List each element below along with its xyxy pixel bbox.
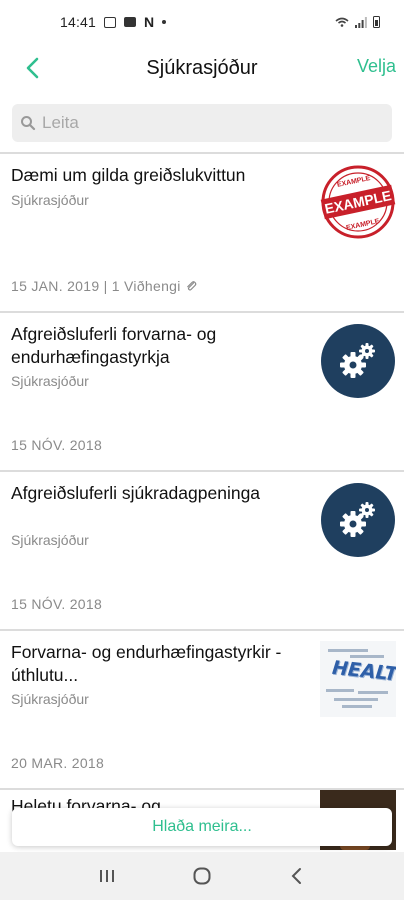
app-header: Sjúkrasjóður Velja bbox=[0, 44, 404, 92]
item-date: 15 NÓV. 2018 bbox=[11, 437, 103, 453]
item-date-text: 15 JAN. 2019 | 1 Viðhengi bbox=[11, 278, 181, 294]
system-back-button[interactable] bbox=[277, 856, 317, 896]
search-box[interactable] bbox=[12, 104, 392, 142]
item-title: Afgreiðsluferli forvarna- og endurhæfing… bbox=[11, 324, 217, 367]
example-stamp-icon: EXAMPLE EXAMPLE EXAMPLE bbox=[320, 165, 396, 239]
gears-icon bbox=[340, 502, 375, 537]
gears-icon bbox=[340, 343, 375, 378]
example-stamp-thumbnail: EXAMPLE EXAMPLE EXAMPLE bbox=[320, 164, 396, 240]
page-title: Sjúkrasjóður bbox=[146, 56, 258, 79]
list-item[interactable]: Dæmi um gilda greiðslukvittun Sjúkrasjóð… bbox=[0, 154, 404, 313]
gears-thumbnail bbox=[320, 482, 396, 558]
back-icon bbox=[291, 868, 301, 884]
home-icon bbox=[193, 867, 211, 885]
select-button[interactable]: Velja bbox=[357, 56, 396, 77]
gears-thumbnail bbox=[320, 323, 396, 399]
stamp-main-text: EXAMPLE bbox=[323, 187, 393, 217]
stamp-top-text: EXAMPLE bbox=[336, 175, 371, 189]
paperclip-icon bbox=[186, 281, 197, 291]
chevron-left-icon bbox=[26, 57, 39, 79]
item-title: Afgreiðsluferli sjúkradagpeninga bbox=[11, 483, 261, 503]
item-date: 15 NÓV. 2018 bbox=[11, 596, 103, 612]
item-subtitle: Sjúkrasjóður bbox=[11, 373, 89, 389]
health-word-cloud-icon: HEALTH bbox=[320, 641, 396, 717]
wifi-icon bbox=[335, 17, 349, 27]
search-icon bbox=[21, 116, 36, 131]
system-nav-bar bbox=[0, 852, 404, 900]
list-item[interactable]: Forvarna- og endurhæfingastyrkir - úthlu… bbox=[0, 631, 404, 790]
article-list: Dæmi um gilda greiðslukvittun Sjúkrasjóð… bbox=[0, 154, 404, 850]
item-date: 20 MAR. 2018 bbox=[11, 755, 105, 771]
signal-icon bbox=[355, 16, 367, 28]
more-notifications-icon bbox=[162, 20, 167, 24]
list-item[interactable]: Afgreiðsluferli sjúkradagpeninga Sjúkras… bbox=[0, 472, 404, 631]
item-subtitle: Sjúkrasjóður bbox=[11, 192, 89, 208]
stamp-bottom-text: EXAMPLE bbox=[346, 218, 381, 232]
battery-icon bbox=[373, 16, 380, 28]
image-notification-icon bbox=[104, 16, 117, 28]
back-button[interactable] bbox=[18, 54, 46, 82]
recent-apps-button[interactable] bbox=[87, 856, 127, 896]
item-title: Forvarna- og endurhæfingastyrkir - úthlu… bbox=[11, 642, 282, 685]
home-button[interactable] bbox=[182, 856, 222, 896]
status-time: 14:41 bbox=[60, 14, 97, 30]
load-more-button[interactable]: Hlaða meira... bbox=[12, 808, 392, 846]
item-title: Dæmi um gilda greiðslukvittun bbox=[11, 165, 246, 185]
item-subtitle: Sjúkrasjóður bbox=[11, 532, 89, 548]
health-word: HEALTH bbox=[331, 656, 396, 688]
recent-apps-icon bbox=[100, 870, 115, 882]
search-input[interactable] bbox=[42, 113, 362, 133]
message-notification-icon bbox=[124, 17, 137, 27]
health-thumbnail: HEALTH bbox=[320, 641, 396, 717]
item-subtitle: Sjúkrasjóður bbox=[11, 691, 89, 707]
n-notification-icon: N bbox=[144, 14, 155, 30]
status-bar: 14:41 N bbox=[0, 0, 404, 44]
list-item[interactable]: Afgreiðsluferli forvarna- og endurhæfing… bbox=[0, 313, 404, 472]
item-date: 15 JAN. 2019 | 1 Viðhengi bbox=[11, 278, 197, 294]
